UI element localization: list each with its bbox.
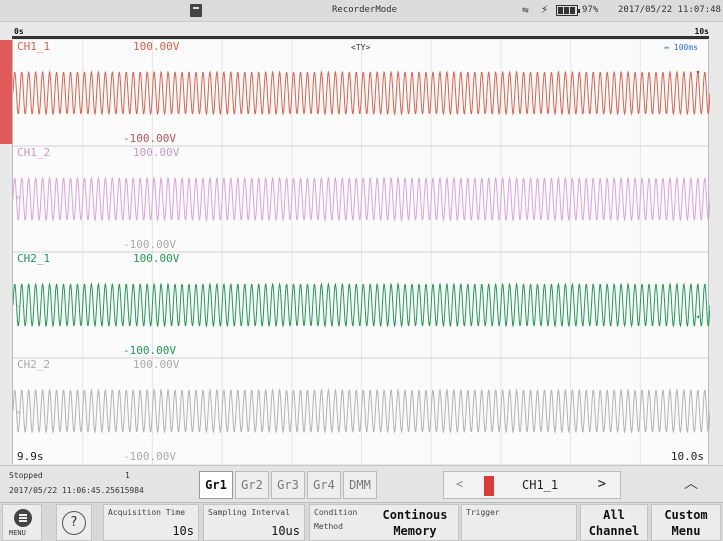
- power-bolt-icon: ⚡: [541, 2, 549, 16]
- next-channel-button[interactable]: >: [598, 476, 606, 492]
- ground-marker-icon: ≈: [16, 302, 21, 311]
- trigger-label: Trigger: [466, 508, 500, 517]
- collapse-chevron-icon[interactable]: ︿: [684, 473, 698, 493]
- sampling-interval-value: 10us: [271, 524, 300, 538]
- menu-icon: [14, 509, 32, 527]
- time-per-div[interactable]: ↔ 100ms: [664, 43, 698, 52]
- trigger-button[interactable]: Trigger: [461, 504, 577, 541]
- channel-name-ch1-2: CH1_2: [17, 146, 51, 159]
- time-ruler[interactable]: 0s 10s: [12, 27, 709, 39]
- battery-icon: [556, 5, 580, 16]
- channel-top-ch2-1: 100.00V: [133, 252, 180, 265]
- channel-bottom-ch2-2: -100.00V: [123, 450, 176, 463]
- clock: 2017/05/22 11:07:48: [618, 5, 721, 15]
- channel-bottom-ch1-2: -100.00V: [123, 238, 176, 251]
- custom-menu-line2: Menu: [671, 524, 701, 538]
- current-channel-label: CH1_1: [522, 478, 559, 492]
- tab-dmm[interactable]: DMM: [343, 471, 377, 499]
- status-bar: RecorderMode ⇋ ⚡ 97% 2017/05/22 11:07:48: [0, 0, 723, 22]
- cursor-left-time: 9.9s: [17, 450, 44, 463]
- menu-button[interactable]: MENU: [2, 504, 42, 541]
- channel-bottom-ch2-1: -100.00V: [123, 344, 176, 357]
- help-button[interactable]: ?: [56, 504, 92, 541]
- cursor-right-time: 10.0s: [670, 450, 704, 463]
- ruler-end: 10s: [694, 27, 709, 36]
- channel-selector: < CH1_1 >: [443, 471, 621, 499]
- help-icon: ?: [62, 511, 86, 535]
- battery-percent: 97%: [582, 5, 599, 15]
- sampling-interval-label: Sampling Interval: [208, 508, 290, 517]
- trigger-type-label: <TY>: [351, 43, 371, 52]
- acquisition-state: Stopped: [9, 471, 43, 480]
- mode-label: RecorderMode: [332, 5, 398, 15]
- acquisition-time-label: Acquisition Time: [108, 508, 186, 517]
- custom-menu-button[interactable]: Custom Menu: [651, 504, 721, 541]
- acquisition-timestamp: 2017/05/22 11:06:45.25615984: [9, 486, 144, 495]
- acquisition-time-value: 10s: [172, 524, 194, 538]
- tab-gr1[interactable]: Gr1: [199, 471, 233, 499]
- level-marker-icon: ◂: [695, 312, 700, 321]
- condition-label: Condition: [314, 508, 358, 517]
- waveform-display[interactable]: <TY> ↔ 100ms CH1_1 100.00V -100.00V CH1_…: [12, 40, 710, 464]
- tab-gr3[interactable]: Gr3: [271, 471, 305, 499]
- all-channel-button[interactable]: All Channel: [580, 504, 648, 541]
- function-bar: MENU ? Acquisition Time 10s Sampling Int…: [0, 502, 723, 541]
- menu-label: MENU: [9, 529, 26, 537]
- tab-gr4[interactable]: Gr4: [307, 471, 341, 499]
- level-marker-icon: ◂: [695, 67, 700, 76]
- usb-icon: ⇋: [522, 3, 529, 16]
- ruler-start: 0s: [14, 27, 24, 36]
- tab-gr2[interactable]: Gr2: [235, 471, 269, 499]
- acquisition-status-row: Stopped 1 2017/05/22 11:06:45.25615984 G…: [0, 465, 723, 502]
- recorder-mode-icon: [190, 4, 202, 17]
- custom-menu-line1: Custom: [664, 508, 708, 522]
- channel-name-ch2-1: CH2_1: [17, 252, 51, 265]
- selected-channel-marker: [0, 40, 12, 144]
- channel-name-ch2-2: CH2_2: [17, 358, 51, 371]
- all-channel-line2: Channel: [588, 524, 640, 538]
- channel-bottom-ch1-1: -100.00V: [123, 132, 176, 145]
- method-value-line2: Memory: [393, 524, 437, 538]
- channel-top-ch1-2: 100.00V: [133, 146, 180, 159]
- all-channel-line1: All: [603, 508, 625, 522]
- channel-top-ch1-1: 100.00V: [133, 40, 180, 53]
- channel-top-ch2-2: 100.00V: [133, 358, 180, 371]
- condition-method-button[interactable]: Condition Method Continous Memory: [309, 504, 459, 541]
- channel-name-ch1-1: CH1_1: [17, 40, 51, 53]
- method-label: Method: [314, 522, 343, 531]
- sampling-interval-button[interactable]: Sampling Interval 10us: [203, 504, 305, 541]
- ground-marker-icon: ≈: [16, 193, 21, 202]
- ruler-bar[interactable]: [12, 36, 709, 39]
- method-value-line1: Continous: [382, 508, 448, 522]
- acquisition-time-button[interactable]: Acquisition Time 10s: [103, 504, 199, 541]
- acquisition-count: 1: [125, 471, 130, 480]
- prev-channel-button[interactable]: <: [456, 477, 463, 491]
- waveform-canvas: [13, 40, 710, 464]
- ground-marker-icon: ≈: [16, 408, 21, 417]
- channel-color-swatch: [484, 476, 494, 496]
